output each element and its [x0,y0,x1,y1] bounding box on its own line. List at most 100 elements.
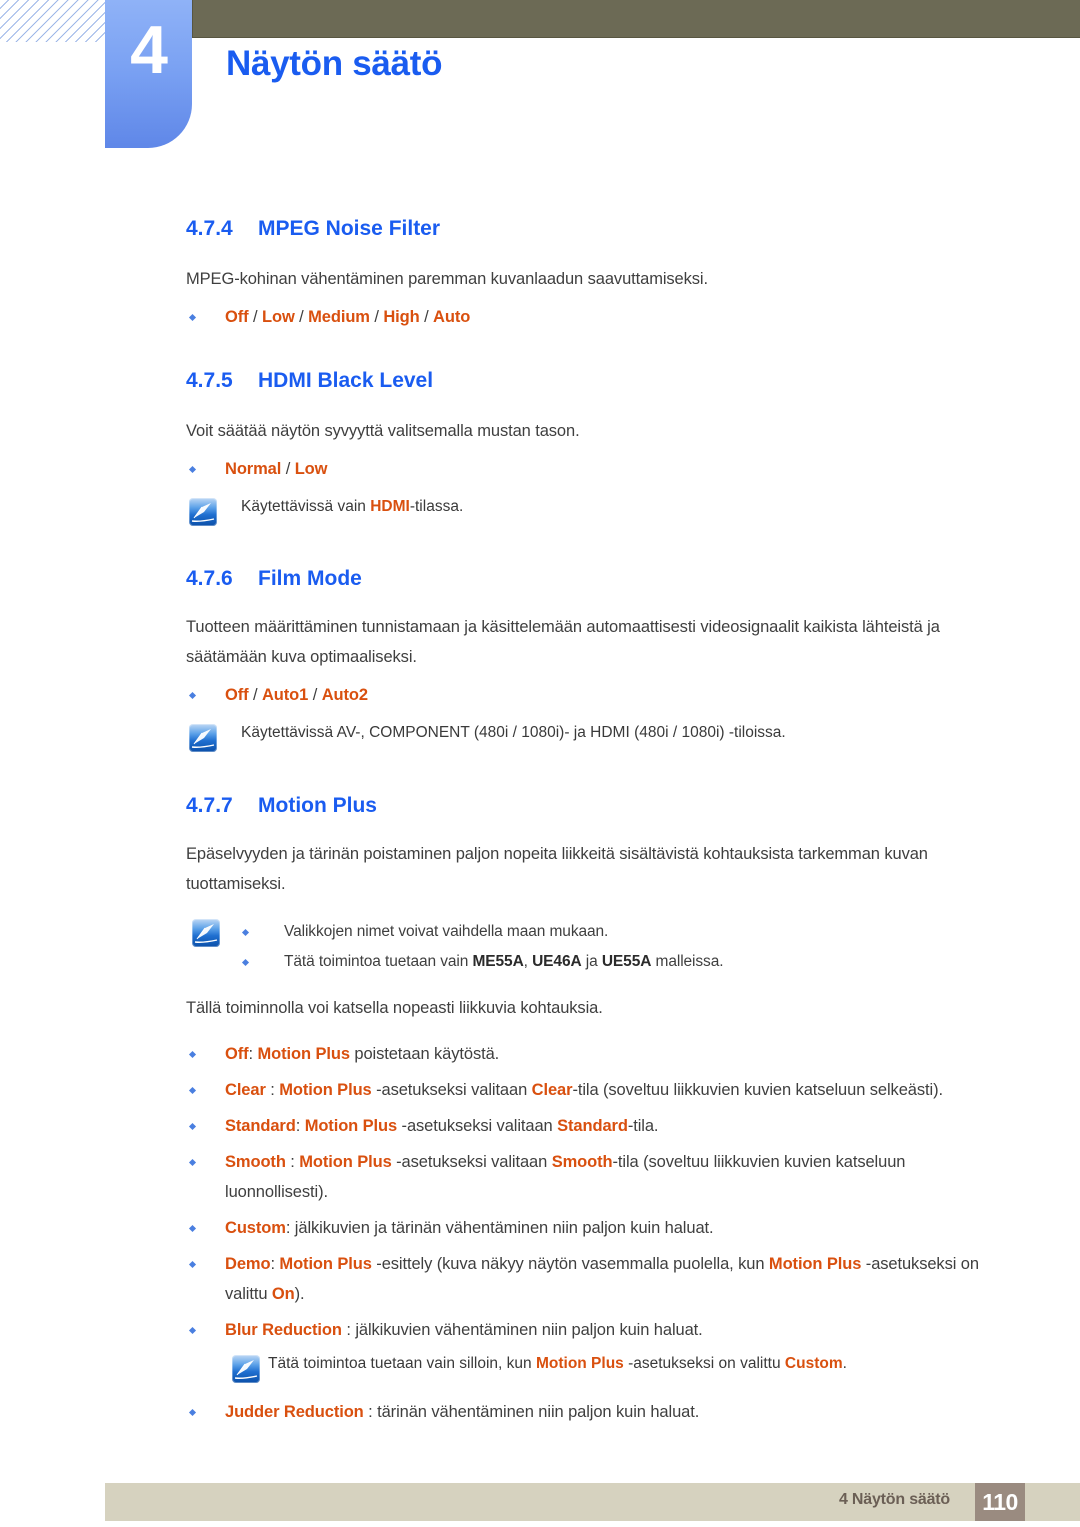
inner-note-block: Tätä toimintoa tuetaan vain silloin, kun… [186,1355,1006,1389]
hatch-decoration [0,0,106,42]
option-auto2: Auto2 [321,686,368,704]
footer-chapter-label: 4 Näytön säätö [838,1491,950,1508]
feature-name: Motion Plus [535,1355,624,1372]
section-title: HDMI Black Level [258,369,434,392]
note-block: Käytettävissä vain HDMI-tilassa. [186,498,1016,530]
motion-plus-intro: Tällä toiminnolla voi katsella nopeasti … [186,999,603,1017]
item-value: Clear [531,1081,573,1099]
item-rest: -tila. [627,1117,659,1135]
item-mid: -asetukseksi valitaan [397,1117,558,1135]
model-conj: ja [581,953,602,970]
option-off: Off [225,308,249,326]
list-item-smooth: Smooth : Motion Plus -asetukseksi valita… [186,1147,1006,1207]
section-heading: 4.7.5 HDMI Black Level [186,370,1016,391]
note-pen-icon [189,724,217,752]
option-sep: / [281,460,295,478]
feature-name: Motion Plus [257,1045,350,1063]
note-block-bullets: Valikkojen nimet voivat vaihdella maan m… [186,917,1006,977]
list-item-demo: Demo: Motion Plus -esittely (kuva näkyy … [186,1249,1006,1309]
section-4-7-6: 4.7.6 Film Mode Tuotteen määrittäminen tu… [186,568,1006,756]
term: Blur Reduction [225,1321,342,1339]
option-off: Off [225,686,249,704]
list-item-off: Off: Motion Plus poistetaan käytöstä. [186,1039,1006,1069]
diamond-bullet-icon [188,1086,197,1095]
item-value: Smooth [551,1153,613,1171]
section-4-7-7: 4.7.7 Motion Plus Epäselvyyden ja tärinän… [186,795,1006,1427]
item-rest: ). [294,1285,305,1303]
note-block: Käytettävissä AV-, COMPONENT (480i / 108… [186,724,1006,756]
option-sep: / [308,686,322,704]
section-heading: 4.7.6 Film Mode [186,568,1006,589]
chapter-number: 4 [130,12,168,88]
option-auto: Auto [433,308,471,326]
list-item-standard: Standard: Motion Plus -asetukseksi valit… [186,1111,1006,1141]
note-bullet-post: malleissa. [651,953,724,970]
list-item-clear: Clear : Motion Plus -asetukseksi valitaa… [186,1075,1006,1105]
feature-name-2: Motion Plus [768,1255,862,1273]
option-sep: / [248,308,262,326]
section-number: 4.7.7 [186,794,233,817]
diamond-bullet-icon [188,1158,197,1167]
diamond-bullet-icon [188,1050,197,1059]
note-text: Käytettävissä AV-, COMPONENT (480i / 108… [241,724,786,741]
option-bullet-row: Normal / Low [186,454,1016,484]
diamond-bullet-icon [188,1224,197,1233]
diamond-bullet-icon [188,1408,197,1417]
note-bullet-text: Valikkojen nimet voivat vaihdella maan m… [284,923,609,940]
note-bullet-row: Tätä toimintoa tuetaan vain ME55A, UE46A… [192,947,1006,977]
note-value: Custom [784,1355,843,1372]
feature-name: Motion Plus [304,1117,398,1135]
option-high: High [383,308,420,326]
diamond-bullet-icon [188,1326,197,1335]
option-low: Low [294,460,328,478]
section-title: MPEG Noise Filter [258,217,441,240]
option-bullet-row: Off / Low / Medium / High / Auto [186,302,1016,332]
note-bullet-pre: Tätä toimintoa tuetaan vain [284,953,473,970]
diamond-bullet-icon [188,313,197,322]
section-paragraph: Tuotteen määrittäminen tunnistamaan ja k… [186,618,940,666]
note-post: . [842,1355,847,1372]
term: Standard [225,1117,296,1135]
chapter-tab: 4 [105,0,192,148]
diamond-bullet-icon [188,465,197,474]
list-item-custom: Custom: jälkikuvien ja tärinän vähentämi… [186,1213,1006,1243]
item-mid: -asetukseksi valitaan [391,1153,552,1171]
model-ue55a: UE55A [601,953,652,970]
option-low: Low [261,308,295,326]
section-number: 4.7.6 [186,567,233,590]
header-olive-bar [192,0,1080,38]
inner-note-text: Tätä toimintoa tuetaan vain silloin, kun… [268,1355,847,1372]
note-highlight: HDMI [370,498,410,515]
page-footer: 4 Näytön säätö 110 [105,1483,1080,1521]
term-sep: : [363,1403,378,1421]
note-suffix: -tilassa. [409,498,464,515]
section-heading: 4.7.7 Motion Plus [186,795,1006,816]
option-normal: Normal [225,460,282,478]
note-prefix: Käytettävissä vain [241,498,371,515]
section-4-7-4: 4.7.4 MPEG Noise Filter MPEG-kohinan vähe… [186,218,1016,332]
note-mid: -asetukseksi on valittu [623,1355,785,1372]
item-mid: -asetukseksi valitaan [371,1081,532,1099]
section-title: Motion Plus [258,794,377,817]
note-text: Käytettävissä vain HDMI-tilassa. [241,498,463,515]
option-sep: / [419,308,434,326]
note-bullet-row: Valikkojen nimet voivat vaihdella maan m… [192,917,1006,947]
section-paragraph: Epäselvyyden ja tärinän poistaminen palj… [186,845,928,893]
term: Demo [225,1255,271,1273]
diamond-bullet-icon [188,1260,197,1269]
option-auto1: Auto1 [261,686,309,704]
term-sep: : [265,1081,280,1099]
term-sep: : [248,1045,258,1063]
term: Judder Reduction [225,1403,364,1421]
item-value: Standard [557,1117,628,1135]
term-sep: : [285,1219,295,1237]
option-sep: / [294,308,309,326]
model-me55a: ME55A [472,953,524,970]
note-pre: Tätä toimintoa tuetaan vain silloin, kun [268,1355,536,1372]
motion-plus-item-list: Off: Motion Plus poistetaan käytöstä. Cl… [186,1039,1006,1427]
item-rest: -tila (soveltuu liikkuvien kuvien katsel… [572,1081,943,1099]
term: Custom [225,1219,286,1237]
option-bullet-row: Off / Auto1 / Auto2 [186,680,1006,710]
item-rest: poistetaan käytöstä. [349,1045,500,1063]
diamond-bullet-icon [188,691,197,700]
